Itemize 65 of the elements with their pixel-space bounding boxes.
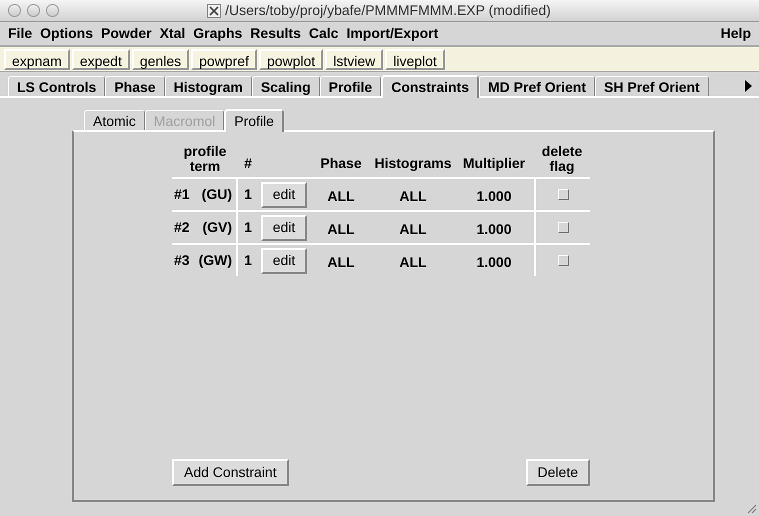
menu-item[interactable]: Results — [246, 23, 305, 44]
toolbar-button[interactable]: expedt — [72, 48, 130, 70]
toolbar-button[interactable]: powplot — [258, 48, 324, 70]
edit-button[interactable]: edit — [261, 214, 307, 240]
table-cell-text: ALL — [398, 220, 428, 239]
menu-item[interactable]: Graphs — [189, 23, 246, 44]
column-header: Histograms — [373, 154, 453, 173]
edit-button[interactable]: edit — [261, 248, 307, 274]
table-cell-text: #3 — [174, 251, 190, 270]
tab[interactable]: Profile — [320, 76, 382, 96]
tab[interactable]: SH Pref Orient — [595, 76, 709, 96]
table-cell-text: 1 — [243, 185, 253, 204]
toolbar-button[interactable]: lstview — [325, 48, 384, 70]
table-cell-text: ALL — [326, 220, 356, 239]
table-cell-text: 1.000 — [475, 187, 513, 206]
column-header: profile term — [182, 144, 228, 174]
minimize-button[interactable] — [27, 4, 40, 17]
table-cell-text: (GV) — [202, 218, 232, 237]
tab[interactable]: Constraints — [381, 75, 479, 98]
checkbox[interactable] — [558, 189, 568, 200]
table-cell-text: ALL — [398, 253, 428, 272]
toolbar-button[interactable]: liveplot — [385, 48, 445, 70]
menu-item[interactable]: Options — [36, 23, 98, 44]
toolbar-button[interactable]: powpref — [191, 48, 257, 70]
table-cell-text: (GU) — [202, 185, 232, 204]
column-header: delete flag — [540, 144, 584, 174]
table-cell-text: #1 — [174, 185, 190, 204]
menu-item[interactable]: Powder — [97, 23, 156, 44]
menu-item[interactable]: Import/Export — [342, 23, 442, 44]
tab[interactable]: Phase — [105, 76, 165, 96]
window-title: /Users/toby/proj/ybafe/PMMMFMMM.EXP (modified) — [225, 1, 551, 20]
table-cell-text: (GW) — [198, 251, 232, 270]
add-constraint-button[interactable]: Add Constraint — [172, 459, 289, 486]
table-cell-text: 1.000 — [475, 253, 513, 272]
checkbox[interactable] — [558, 222, 568, 233]
table-cell-text: 1.000 — [475, 220, 513, 239]
tab[interactable]: LS Controls — [8, 76, 106, 96]
menu-item[interactable]: Calc — [304, 23, 342, 44]
tab[interactable]: Scaling — [252, 76, 320, 96]
delete-button[interactable]: Delete — [526, 459, 590, 486]
column-header: Phase — [319, 154, 363, 173]
column-header: Multiplier — [462, 154, 526, 173]
table-cell-text: 1 — [243, 251, 253, 270]
table-cell-text: ALL — [326, 187, 356, 206]
column-header: # — [243, 154, 253, 173]
tab[interactable]: Atomic — [84, 110, 145, 130]
menu-item[interactable]: Xtal — [156, 23, 190, 44]
resize-grip-icon[interactable] — [745, 502, 757, 514]
zoom-button[interactable] — [46, 4, 59, 17]
toolbar-button[interactable]: genles — [132, 48, 190, 70]
edit-button[interactable]: edit — [261, 182, 307, 208]
x11-icon — [207, 4, 222, 18]
menu-item[interactable]: Help — [716, 23, 755, 44]
table-cell-text: ALL — [398, 187, 428, 206]
table-cell-text: 1 — [243, 218, 253, 237]
close-button[interactable] — [8, 4, 21, 17]
tab[interactable]: Profile — [224, 109, 284, 132]
table-cell-text: #2 — [174, 218, 190, 237]
menu-item[interactable]: File — [4, 23, 36, 44]
scroll-right-icon[interactable] — [744, 80, 752, 92]
table-cell-text: ALL — [326, 253, 356, 272]
tab[interactable]: MD Pref Orient — [479, 76, 596, 96]
toolbar-button[interactable]: expnam — [4, 48, 70, 70]
checkbox[interactable] — [558, 255, 568, 266]
tab[interactable]: Histogram — [164, 76, 252, 96]
